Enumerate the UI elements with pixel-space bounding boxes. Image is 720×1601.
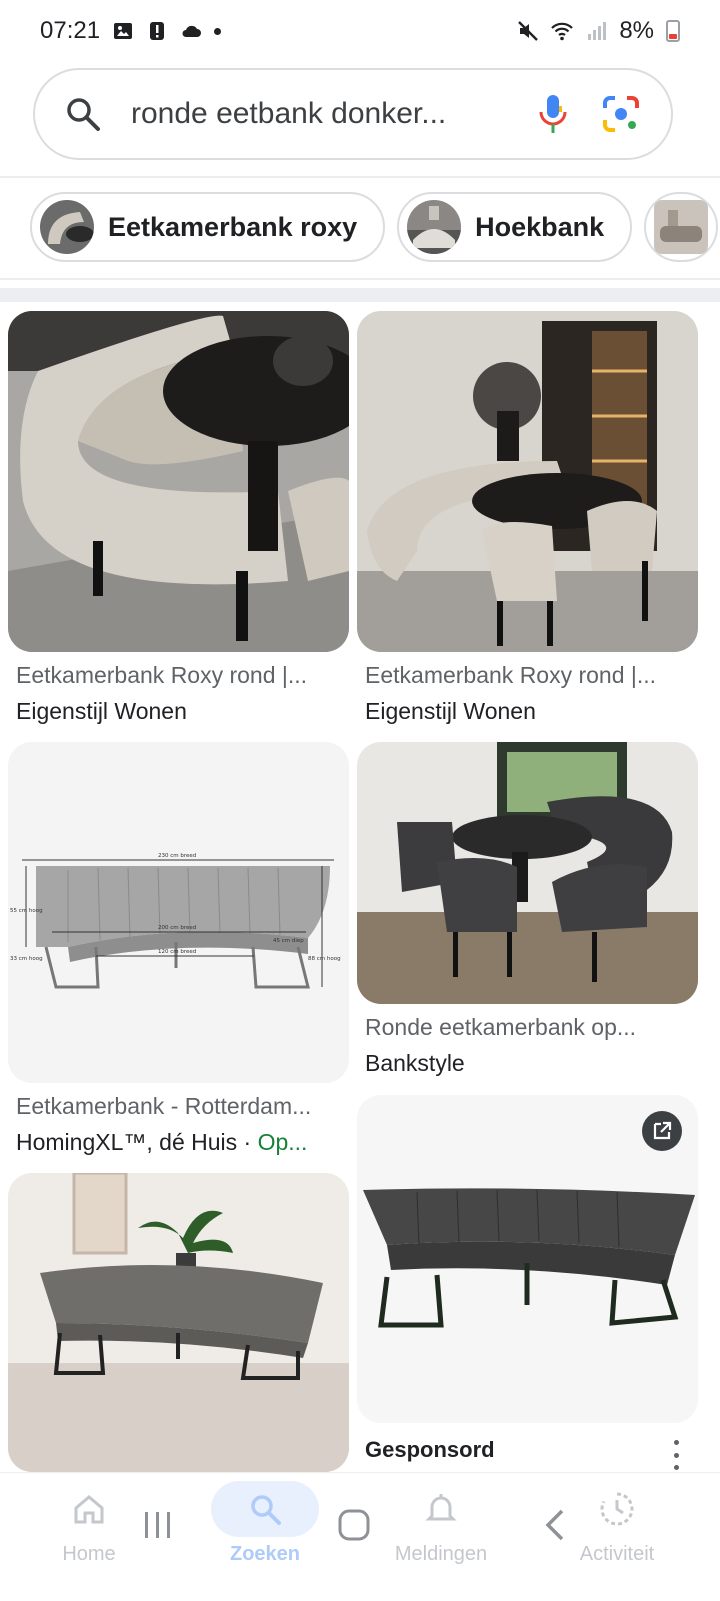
battery-percent: 8% (619, 17, 654, 44)
dim-label-total-height: 88 cm hoog (308, 956, 341, 962)
nav-label: Activiteit (579, 1543, 655, 1565)
recent-apps-button[interactable] (138, 1505, 178, 1545)
chip-eetkamerbank-roxy[interactable]: Eetkamerbank roxy (30, 192, 386, 262)
nav-meldingen[interactable]: Meldingen (376, 1481, 506, 1566)
mic-icon[interactable] (533, 94, 573, 134)
dim-label-leg-height: 33 cm hoog (10, 956, 43, 962)
alert-icon (150, 22, 165, 40)
result-title[interactable]: Eetkamerbank Roxy rond |... (16, 662, 346, 689)
chip-more[interactable] (644, 192, 719, 262)
search-icon (211, 1481, 319, 1537)
more-options-icon[interactable] (666, 1440, 686, 1470)
more-notifications-dot (214, 27, 222, 35)
nav-home[interactable]: Home (24, 1481, 154, 1566)
search-query[interactable]: ronde eetbank donker... (131, 97, 505, 131)
bell-icon (376, 1481, 506, 1537)
nav-label: Home (62, 1543, 116, 1565)
result-title[interactable]: Eetkamerbank Roxy rond |... (365, 662, 695, 689)
sponsored-label: Gesponsord (365, 1437, 495, 1462)
battery-icon (666, 20, 680, 42)
result-source-name: HomingXL™, dé Huis · (16, 1129, 258, 1155)
search-bar[interactable]: ronde eetbank donker... (33, 68, 673, 160)
header-divider (0, 176, 720, 178)
signal-icon (588, 22, 607, 40)
result-image[interactable] (8, 311, 349, 652)
home-icon (24, 1481, 154, 1537)
wifi-icon (551, 22, 574, 41)
cloud-icon (182, 25, 202, 37)
result-image[interactable] (357, 1095, 698, 1423)
status-left: 07:21 (40, 17, 222, 45)
dim-label-depth: 45 cm diep (273, 938, 304, 944)
suggestion-chips: Eetkamerbank roxy Hoekbank (30, 192, 719, 262)
chip-hoekbank[interactable]: Hoekbank (397, 192, 633, 262)
chip-label: Eetkamerbank roxy (108, 211, 358, 242)
result-image[interactable] (8, 1173, 349, 1472)
status-bar: 07:21 8% (0, 0, 720, 62)
nav-label: Zoeken (229, 1543, 301, 1565)
nav-label: Meldingen (394, 1543, 488, 1565)
result-title[interactable]: Eetkamerbank - Rotterdam... (16, 1093, 346, 1120)
result-image[interactable]: 230 cm breed 200 cm breed 120 cm breed 4… (8, 742, 349, 1083)
search-icon[interactable] (65, 96, 101, 132)
result-source: Bankstyle (365, 1050, 465, 1076)
result-source: Eigenstijl Wonen (365, 698, 536, 724)
section-band (0, 288, 720, 302)
status-right: 8% (517, 17, 680, 45)
result-source: Eigenstijl Wonen (16, 698, 187, 724)
back-button[interactable] (534, 1505, 574, 1545)
result-title[interactable]: Ronde eetkamerbank op... (365, 1014, 695, 1041)
chip-label: Hoekbank (475, 211, 605, 242)
mute-icon (518, 21, 539, 41)
open-status-badge: Op... (257, 1129, 308, 1155)
home-button[interactable] (334, 1505, 374, 1545)
dim-label-seat-height: 55 cm hoog (10, 908, 43, 914)
chip-thumbnail (654, 200, 709, 254)
result-image[interactable] (357, 742, 698, 1004)
chip-thumbnail (407, 200, 462, 254)
dim-label-total-width: 230 cm breed (158, 853, 196, 859)
lens-icon[interactable] (601, 94, 641, 134)
dim-label-inner-width: 200 cm breed (158, 925, 196, 931)
result-source: HomingXL™, dé Huis · Op... (16, 1129, 346, 1156)
clock: 07:21 (40, 17, 101, 44)
chip-thumbnail (40, 200, 94, 254)
dim-label-base-width: 120 cm breed (158, 949, 196, 955)
chips-divider (0, 278, 720, 280)
image-icon (114, 23, 133, 39)
nav-zoeken[interactable]: Zoeken (200, 1481, 330, 1566)
result-image[interactable] (357, 311, 698, 652)
external-link-icon[interactable] (642, 1111, 682, 1151)
